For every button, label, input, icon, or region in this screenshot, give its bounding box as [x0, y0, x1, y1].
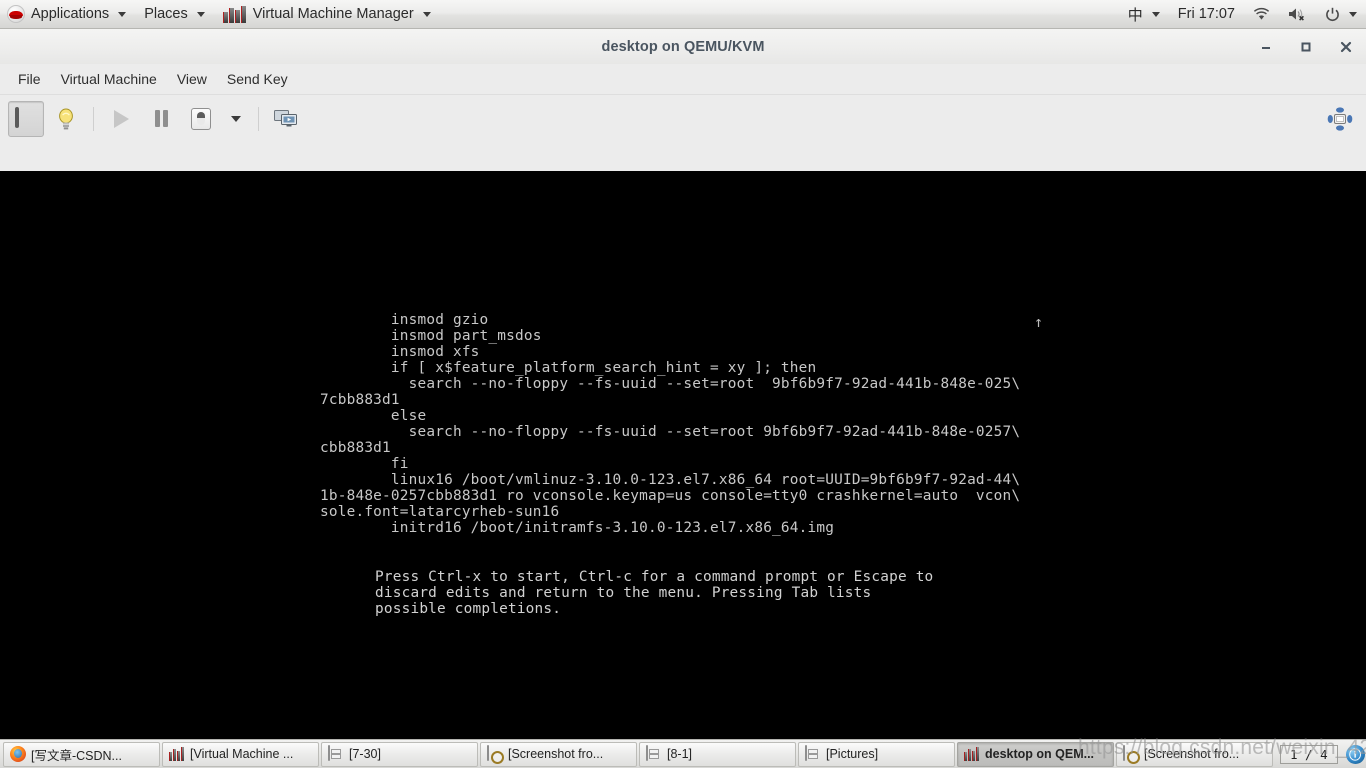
input-method-indicator[interactable]: 中: [1119, 0, 1169, 29]
window-titlebar: desktop on QEMU/KVM: [0, 29, 1366, 64]
file-manager-icon: [646, 745, 662, 762]
toolbar-separator: [258, 106, 259, 131]
power-icon: [1325, 7, 1340, 22]
lightbulb-icon: [57, 108, 75, 130]
workspace-label: 1 / 4: [1280, 744, 1338, 764]
wifi-icon: [1253, 7, 1270, 21]
shutdown-button[interactable]: [183, 101, 219, 137]
speaker-muted-icon: [1288, 7, 1307, 21]
task-label: [Pictures]: [826, 747, 879, 761]
clock[interactable]: Fri 17:07: [1169, 0, 1244, 29]
page-title: desktop on QEMU/KVM: [601, 38, 765, 55]
applications-menu-label: Applications: [31, 6, 110, 22]
taskbar: [写文章-CSDN... [Virtual Machine ... [7-30]…: [0, 739, 1366, 768]
fullscreen-icon: [1327, 106, 1353, 132]
clock-label: Fri 17:07: [1177, 6, 1235, 22]
chevron-down-icon: [422, 11, 431, 17]
places-menu[interactable]: Places: [135, 0, 214, 29]
workspace-switcher[interactable]: 1 / 4 ⓘ: [1274, 744, 1366, 764]
console-view-button[interactable]: [8, 100, 44, 137]
task-label: [Virtual Machine ...: [190, 747, 294, 761]
run-button[interactable]: [103, 101, 139, 137]
chevron-down-icon: [231, 115, 241, 122]
file-manager-icon: [328, 745, 344, 762]
task-label: [Screenshot fro...: [1144, 747, 1240, 761]
pause-button[interactable]: [143, 101, 179, 137]
system-menu[interactable]: [1316, 0, 1366, 29]
shutdown-menu-button[interactable]: [223, 101, 249, 137]
firefox-icon: [10, 746, 26, 762]
task-button-firefox[interactable]: [写文章-CSDN...: [3, 741, 160, 767]
virt-manager-window: desktop on QEMU/KVM File Virtual Machine…: [0, 29, 1366, 768]
active-application-label: Virtual Machine Manager: [252, 6, 414, 22]
maximize-button[interactable]: [1286, 29, 1326, 64]
tray-status-icon[interactable]: ⓘ: [1345, 744, 1365, 764]
grub-help-text: Press Ctrl-x to start, Ctrl-c for a comm…: [375, 569, 934, 617]
toolbar-separator: [93, 106, 94, 131]
play-icon: [113, 109, 129, 128]
task-label: [Screenshot fro...: [508, 747, 604, 761]
task-button-screenshot-1[interactable]: [Screenshot fro...: [480, 741, 637, 767]
snapshots-button[interactable]: [268, 101, 304, 137]
task-label: desktop on QEM...: [985, 747, 1095, 761]
chevron-down-icon: [196, 11, 205, 17]
input-method-label: 中: [1127, 6, 1143, 24]
virtual-machine-manager-icon: [222, 5, 247, 23]
network-status[interactable]: [1244, 0, 1279, 29]
task-label: [8-1]: [667, 747, 693, 761]
screenshot-icon: [1123, 745, 1139, 762]
snapshots-icon: [274, 109, 298, 129]
screenshot-icon: [487, 745, 503, 762]
active-application-menu[interactable]: Virtual Machine Manager: [214, 0, 440, 29]
window-controls: [1246, 29, 1366, 64]
vmm-icon: [169, 747, 185, 761]
applications-menu[interactable]: Applications: [0, 0, 135, 29]
shutdown-icon: [191, 107, 211, 130]
chevron-down-icon: [1151, 11, 1160, 17]
file-manager-icon: [805, 745, 821, 762]
task-button-8-1[interactable]: [8-1]: [639, 741, 796, 767]
gnome-top-panel: Applications Places Virtual Machine Mana…: [0, 0, 1366, 29]
task-button-7-30[interactable]: [7-30]: [321, 741, 478, 767]
task-label: [7-30]: [349, 747, 381, 761]
chevron-down-icon: [118, 11, 127, 17]
redhat-logo-icon: [7, 5, 25, 23]
chevron-down-icon: [1349, 11, 1357, 17]
fullscreen-button[interactable]: [1322, 101, 1358, 137]
grub-edit-text: insmod gzio insmod part_msdos insmod xfs…: [320, 312, 1021, 536]
task-label: [写文章-CSDN...: [31, 748, 122, 763]
close-button[interactable]: [1326, 29, 1366, 64]
minimize-button[interactable]: [1246, 29, 1286, 64]
vm-console-viewport[interactable]: insmod gzio insmod part_msdos insmod xfs…: [0, 171, 1366, 768]
volume-status[interactable]: [1279, 0, 1316, 29]
toolbar: [0, 94, 1366, 142]
task-button-desktop-on-qemu[interactable]: desktop on QEM...: [957, 741, 1114, 767]
pause-icon: [154, 110, 168, 127]
menu-send-key[interactable]: Send Key: [217, 67, 298, 91]
vmm-icon: [964, 747, 980, 761]
scroll-up-icon: ↑: [1034, 313, 1044, 331]
menubar: File Virtual Machine View Send Key: [0, 64, 1366, 94]
menu-view[interactable]: View: [167, 67, 217, 91]
task-button-screenshot-2[interactable]: [Screenshot fro...: [1116, 741, 1273, 767]
task-button-pictures[interactable]: [Pictures]: [798, 741, 955, 767]
menu-file[interactable]: File: [8, 67, 51, 91]
places-menu-label: Places: [144, 6, 188, 22]
task-button-virtual-machine-manager[interactable]: [Virtual Machine ...: [162, 741, 319, 767]
menu-virtual-machine[interactable]: Virtual Machine: [51, 67, 167, 91]
details-view-button[interactable]: [48, 101, 84, 137]
monitor-icon: [15, 107, 37, 128]
